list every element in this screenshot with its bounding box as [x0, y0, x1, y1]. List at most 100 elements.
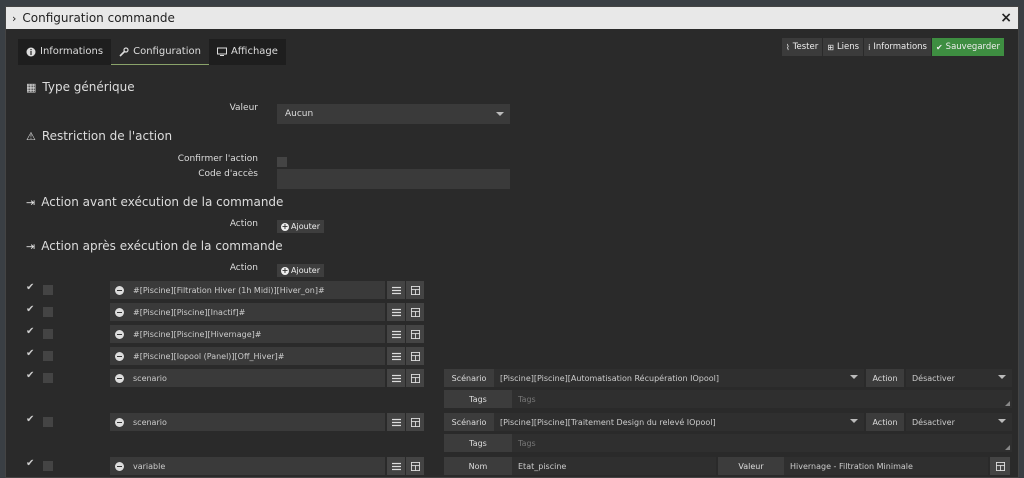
action-select[interactable]: Désactiver: [906, 413, 1012, 431]
action-cmd-input[interactable]: #[Piscine][Piscine][Inactif]#: [128, 303, 385, 321]
remove-action-button[interactable]: [110, 325, 128, 343]
wrench-icon: [119, 46, 129, 57]
action-cmd-input[interactable]: scenario: [128, 369, 385, 387]
caret-down-icon: [496, 112, 504, 116]
select-value-button[interactable]: [990, 457, 1010, 475]
tab-affichage[interactable]: Affichage: [208, 39, 286, 65]
minus-circle-icon: [114, 307, 124, 317]
action-select[interactable]: Désactiver: [906, 369, 1012, 387]
check-icon[interactable]: ✔: [26, 304, 34, 315]
action-label: Action: [866, 413, 904, 431]
remove-action-button[interactable]: [110, 369, 128, 387]
remove-action-button[interactable]: [110, 413, 128, 431]
select-cmd-button[interactable]: [406, 457, 424, 475]
list-icon: [391, 286, 401, 294]
generic-type-value: Aucun: [285, 109, 314, 119]
list-button[interactable]: [387, 325, 405, 343]
list-button[interactable]: [387, 413, 405, 431]
scenario-select[interactable]: [Piscine][Piscine][Traitement Design du …: [494, 413, 864, 431]
check-icon[interactable]: ✔: [26, 370, 34, 381]
list-button[interactable]: [387, 457, 405, 475]
restriction-title: ⚠ Restriction de l'action: [26, 129, 172, 143]
config-modal: › Configuration commande × Informations …: [5, 6, 1019, 478]
select-cmd-button[interactable]: [406, 347, 424, 365]
before-add-button[interactable]: + Ajouter: [277, 220, 325, 233]
parallel-checkbox[interactable]: [43, 351, 53, 361]
resize-handle-icon[interactable]: [1005, 401, 1010, 406]
modal-titlebar: › Configuration commande ×: [6, 7, 1018, 29]
tags-label: Tags: [444, 434, 512, 452]
action-cmd-input[interactable]: #[Piscine][Iopool (Panel)][Off_Hiver]#: [128, 347, 385, 365]
list-button[interactable]: [387, 281, 405, 299]
action-cmd-input[interactable]: #[Piscine][Piscine][Hivernage]#: [128, 325, 385, 343]
remove-action-button[interactable]: [110, 347, 128, 365]
test-button[interactable]: ⌇ Tester: [781, 38, 823, 56]
check-icon[interactable]: ✔: [26, 326, 34, 337]
check-icon[interactable]: ✔: [26, 282, 34, 293]
action-value: Désactiver: [912, 373, 955, 383]
check-icon[interactable]: ✔: [26, 458, 34, 469]
action-cmd-input[interactable]: variable: [128, 457, 385, 475]
parallel-checkbox[interactable]: [43, 329, 53, 339]
parallel-checkbox[interactable]: [43, 461, 53, 471]
toolbar: ⌇ Tester ⊞ Liens i Informations ✔ Sauveg…: [781, 38, 1004, 56]
select-cmd-button[interactable]: [406, 303, 424, 321]
check-icon[interactable]: ✔: [26, 414, 34, 425]
tags-input[interactable]: Tags: [512, 390, 1012, 408]
test-label: Tester: [792, 42, 819, 52]
after-add-button[interactable]: + Ajouter: [277, 264, 325, 277]
scenario-value: [Piscine][Piscine][Traitement Design du …: [500, 417, 716, 427]
tab-configuration[interactable]: Configuration: [111, 39, 209, 65]
after-title-text: Action après exécution de la commande: [41, 239, 283, 253]
list-button[interactable]: [387, 369, 405, 387]
after-add-label: Ajouter: [291, 266, 321, 275]
select-cmd-button[interactable]: [406, 281, 424, 299]
links-button[interactable]: ⊞ Liens: [823, 38, 864, 56]
parallel-checkbox[interactable]: [43, 307, 53, 317]
tab-informations[interactable]: Informations: [18, 39, 112, 65]
select-cmd-button[interactable]: [406, 325, 424, 343]
after-action-label: Action: [229, 263, 258, 273]
variable-name-input[interactable]: Etat_piscine: [512, 457, 716, 475]
save-label: Sauvegarder: [945, 42, 1000, 52]
access-code-label: Code d'accès: [198, 169, 258, 179]
action-cmd-input[interactable]: scenario: [128, 413, 385, 431]
info-label: Informations: [873, 42, 927, 52]
select-cmd-button[interactable]: [406, 413, 424, 431]
table-icon: [410, 461, 420, 471]
confirm-label: Confirmer l'action: [177, 154, 258, 164]
variable-value-input[interactable]: Hivernage - Filtration Minimale: [784, 457, 988, 475]
list-button[interactable]: [387, 347, 405, 365]
sign-out-icon: ⇥: [26, 195, 36, 209]
info-button[interactable]: i Informations: [864, 38, 931, 56]
scenario-select[interactable]: [Piscine][Piscine][Automatisation Récupé…: [494, 369, 864, 387]
select-cmd-button[interactable]: [406, 369, 424, 387]
table-icon: [410, 285, 420, 295]
resize-handle-icon[interactable]: [1005, 445, 1010, 450]
action-cmd-input[interactable]: #[Piscine][Filtration Hiver (1h Midi)][H…: [128, 281, 385, 299]
confirm-checkbox[interactable]: [277, 157, 287, 167]
minus-circle-icon: [114, 417, 124, 427]
remove-action-button[interactable]: [110, 457, 128, 475]
scenario-value: [Piscine][Piscine][Automatisation Récupé…: [500, 373, 719, 383]
links-label: Liens: [836, 42, 860, 52]
scenario-label: Scénario: [444, 413, 494, 431]
parallel-checkbox[interactable]: [43, 285, 53, 295]
remove-action-button[interactable]: [110, 281, 128, 299]
tags-input[interactable]: Tags: [512, 434, 1012, 452]
access-code-input[interactable]: [277, 169, 510, 189]
parallel-checkbox[interactable]: [43, 417, 53, 427]
check-circle-icon: ✔: [935, 42, 943, 52]
before-action-label: Action: [229, 219, 258, 229]
check-icon[interactable]: ✔: [26, 348, 34, 359]
close-icon[interactable]: ×: [1000, 10, 1012, 26]
parallel-checkbox[interactable]: [43, 373, 53, 383]
generic-type-select[interactable]: Aucun: [277, 104, 510, 124]
tab-label: Affichage: [230, 46, 278, 57]
restriction-title-text: Restriction de l'action: [41, 129, 173, 143]
minus-circle-icon: [114, 373, 124, 383]
remove-action-button[interactable]: [110, 303, 128, 321]
action-row: ✔ #[Piscine][Iopool (Panel)][Off_Hiver]#: [6, 347, 1020, 365]
list-button[interactable]: [387, 303, 405, 321]
save-button[interactable]: ✔ Sauvegarder: [931, 38, 1004, 56]
